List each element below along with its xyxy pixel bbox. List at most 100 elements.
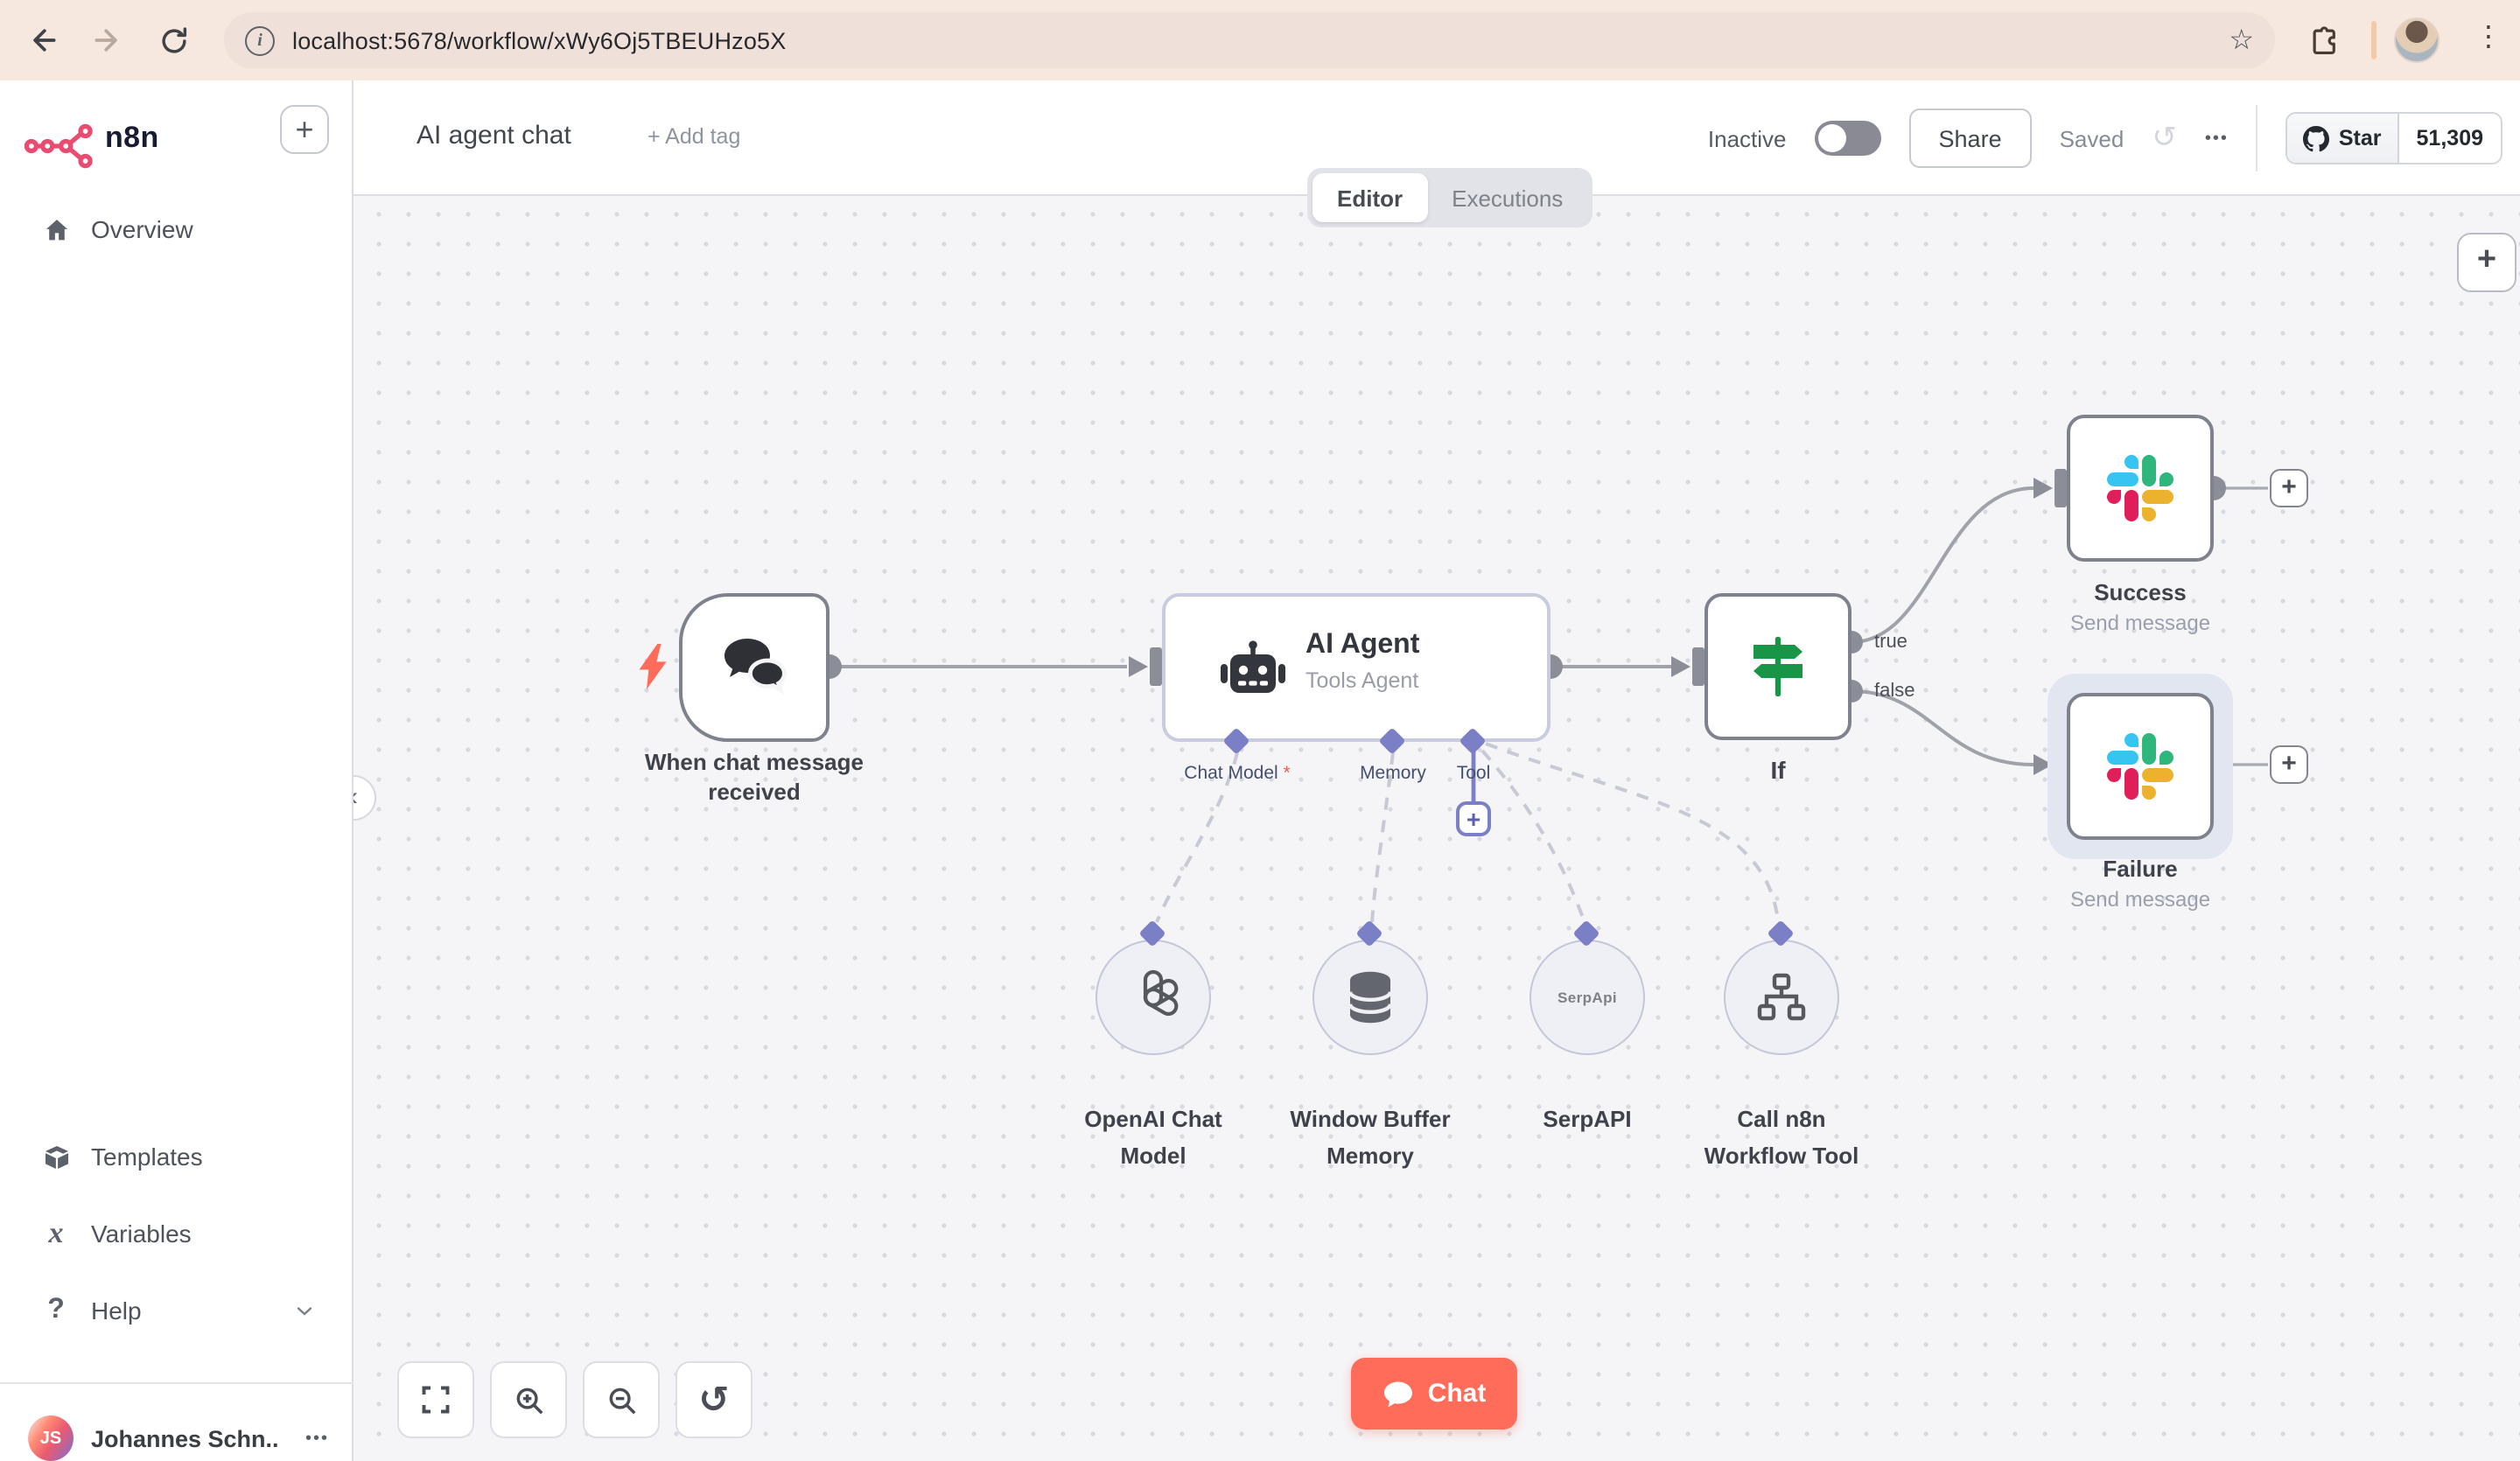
database-icon — [1348, 971, 1393, 1024]
slack-icon — [2105, 453, 2175, 523]
zoom-out-icon — [608, 1387, 635, 1414]
serpapi-logo: SerpApi — [1558, 989, 1617, 1006]
sitemap-icon — [1757, 973, 1806, 1021]
chat-trigger-icon — [704, 623, 805, 710]
node-window-buffer-memory[interactable] — [1312, 940, 1428, 1055]
reload-icon — [161, 26, 186, 52]
sidebar-item-label: Overview — [91, 215, 193, 243]
browser-forward-button[interactable] — [80, 14, 133, 66]
zoom-out-button[interactable] — [583, 1361, 660, 1438]
extensions-button[interactable] — [2298, 14, 2350, 66]
sidebar-item-templates[interactable]: Templates — [18, 1127, 336, 1186]
node-call-n8n-workflow-tool[interactable] — [1724, 940, 1839, 1055]
node-title: AI Agent — [1306, 630, 1420, 660]
add-tag-button[interactable]: + Add tag — [648, 124, 740, 149]
sidebar-item-help[interactable]: ? Help — [18, 1281, 336, 1340]
reset-icon: ↺ — [698, 1380, 730, 1420]
screen: i localhost:5678/workflow/xWy6Oj5TBEUHzo… — [0, 0, 2520, 1461]
node-label: If — [1770, 756, 1786, 784]
sidebar: n8n + Overview Templates x Variables ? H… — [0, 80, 354, 1461]
activation-toggle[interactable] — [1814, 121, 1881, 156]
node-openai-chat-model[interactable] — [1096, 940, 1211, 1055]
node-ai-agent[interactable]: AI Agent Tools Agent — [1162, 593, 1550, 742]
output-label-true: true — [1874, 632, 1908, 653]
github-star-button[interactable]: Star — [2287, 114, 2399, 163]
browser-reload-button[interactable] — [147, 14, 200, 66]
github-star-count[interactable]: 51,309 — [2398, 114, 2501, 163]
node-sublabel: Send message — [2069, 887, 2211, 912]
templates-box-icon — [38, 1142, 74, 1171]
chat-button[interactable]: Chat — [1351, 1358, 1517, 1430]
tab-editor[interactable]: Editor — [1312, 173, 1428, 222]
chat-bubble-icon — [1383, 1381, 1412, 1407]
puzzle-icon — [2312, 25, 2334, 54]
user-menu[interactable]: JS Johannes Schn... ••• — [18, 1403, 336, 1461]
sidebar-item-label: Variables — [91, 1220, 192, 1248]
share-button[interactable]: Share — [1908, 108, 2032, 168]
back-arrow-icon — [33, 29, 56, 52]
workflow-title[interactable]: AI agent chat — [416, 121, 571, 150]
history-icon[interactable]: ↺ — [2152, 121, 2177, 156]
sidebar-divider — [0, 1382, 354, 1384]
brand-row: n8n + — [0, 105, 354, 185]
zoom-in-icon — [515, 1387, 542, 1414]
chevron-down-icon — [294, 1300, 315, 1321]
brand-name: n8n — [105, 121, 159, 154]
toggle-knob — [1817, 124, 1846, 152]
workflow-more-button[interactable]: ••• — [2205, 129, 2229, 148]
node-serpapi[interactable]: SerpApi — [1530, 940, 1645, 1055]
site-info-icon[interactable]: i — [245, 25, 275, 55]
variables-x-icon: x — [48, 1216, 64, 1249]
bookmark-star-icon[interactable]: ☆ — [2229, 23, 2254, 58]
add-next-node-button[interactable]: + — [2270, 745, 2308, 784]
output-label-false: false — [1874, 681, 1915, 702]
forward-arrow-icon — [94, 29, 117, 52]
n8n-logo-icon[interactable] — [24, 122, 98, 178]
sidebar-item-label: Templates — [91, 1143, 203, 1171]
node-sublabel: Send message — [2069, 611, 2211, 635]
sidebar-item-label: Help — [91, 1297, 142, 1325]
node-label: When chat message received — [645, 749, 864, 804]
zoom-to-fit-button[interactable] — [397, 1361, 474, 1438]
node-subtitle: Tools Agent — [1306, 668, 1419, 693]
add-workflow-button[interactable]: + — [280, 105, 329, 154]
browser-profile-avatar[interactable] — [2394, 17, 2440, 63]
fit-view-icon — [422, 1386, 450, 1414]
robot-icon — [1214, 639, 1292, 705]
slack-icon — [2105, 731, 2175, 801]
help-question-icon: ? — [47, 1295, 65, 1325]
header-divider — [2256, 105, 2258, 171]
browser-toolbar: i localhost:5678/workflow/xWy6Oj5TBEUHzo… — [0, 0, 2520, 80]
github-star-widget[interactable]: Star 51,309 — [2286, 112, 2502, 164]
openai-icon — [1143, 969, 1179, 1017]
add-node-button[interactable]: + — [2457, 233, 2516, 292]
browser-back-button[interactable] — [18, 14, 70, 66]
user-more-button[interactable]: ••• — [305, 1429, 329, 1448]
tab-executions[interactable]: Executions — [1427, 173, 1587, 222]
saved-status: Saved — [2059, 125, 2124, 151]
chat-button-label: Chat — [1427, 1379, 1487, 1409]
add-tool-button[interactable]: + — [1456, 801, 1491, 836]
node-label: Success — [2094, 579, 2187, 605]
view-tabs: Editor Executions — [1307, 168, 1593, 227]
node-label: Failure — [2103, 856, 2178, 882]
address-bar[interactable]: i localhost:5678/workflow/xWy6Oj5TBEUHzo… — [224, 12, 2275, 68]
toolbar-divider — [2371, 21, 2376, 59]
add-next-node-button[interactable]: + — [2270, 469, 2308, 507]
browser-menu-button[interactable]: ⋮ — [2471, 19, 2506, 54]
port-label-tool: Tool — [1456, 763, 1491, 784]
if-signpost-icon — [1740, 630, 1816, 703]
sidebar-item-variables[interactable]: x Variables — [18, 1204, 336, 1263]
reset-zoom-button[interactable]: ↺ — [676, 1361, 752, 1438]
user-avatar[interactable]: JS — [28, 1416, 74, 1461]
home-icon — [38, 214, 74, 244]
sidebar-item-overview[interactable]: Overview — [18, 199, 336, 259]
github-star-label: Star — [2338, 126, 2382, 150]
activation-status-label: Inactive — [1707, 125, 1787, 151]
zoom-in-button[interactable] — [490, 1361, 567, 1438]
url-text: localhost:5678/workflow/xWy6Oj5TBEUHzo5X — [292, 27, 787, 53]
github-octocat-icon — [2303, 125, 2330, 151]
trigger-bolt-icon — [639, 644, 668, 698]
node-label: Call n8n Workflow Tool — [1704, 1106, 1859, 1169]
workflow-canvas[interactable]: ‹ + When chat message received — [354, 196, 2520, 1461]
